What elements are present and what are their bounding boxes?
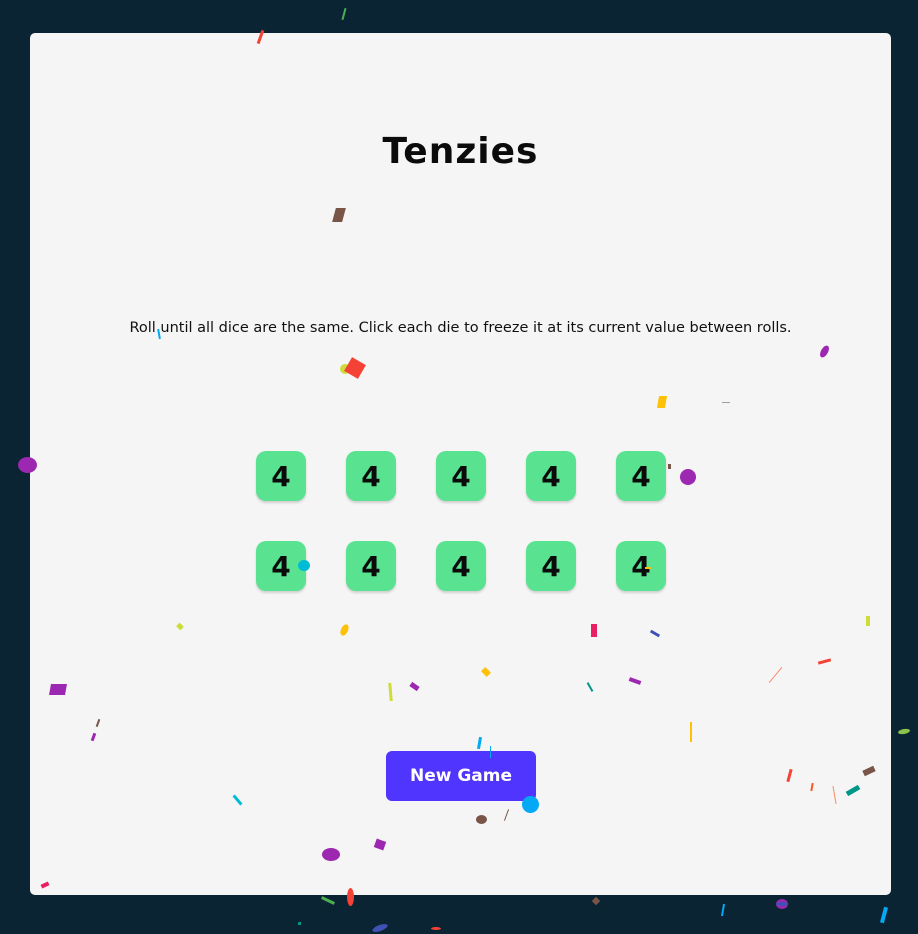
die-2[interactable]: 4 (346, 451, 396, 501)
confetti-piece (371, 922, 389, 934)
die-5[interactable]: 4 (616, 451, 666, 501)
game-board: Tenzies Roll until all dice are the same… (30, 33, 891, 895)
new-game-button[interactable]: New Game (386, 751, 536, 801)
confetti-piece (776, 902, 788, 906)
die-9[interactable]: 4 (526, 541, 576, 591)
die-8[interactable]: 4 (436, 541, 486, 591)
confetti-piece (591, 896, 601, 906)
confetti-piece (897, 727, 911, 736)
confetti-piece (321, 896, 335, 905)
game-instructions: Roll until all dice are the same. Click … (129, 320, 792, 336)
page: Tenzies Roll until all dice are the same… (0, 0, 918, 934)
confetti-piece (720, 903, 726, 917)
die-3[interactable]: 4 (436, 451, 486, 501)
confetti-piece (879, 906, 889, 924)
die-6[interactable]: 4 (256, 541, 306, 591)
die-10[interactable]: 4 (616, 541, 666, 591)
die-4[interactable]: 4 (526, 451, 576, 501)
dice-grid: 4 4 4 4 4 4 4 4 4 4 (256, 451, 666, 591)
game-title: Tenzies (382, 131, 539, 172)
confetti-piece (298, 922, 301, 925)
die-7[interactable]: 4 (346, 541, 396, 591)
confetti-piece (341, 7, 347, 21)
confetti-piece (776, 899, 788, 909)
confetti-piece (431, 927, 441, 930)
die-1[interactable]: 4 (256, 451, 306, 501)
